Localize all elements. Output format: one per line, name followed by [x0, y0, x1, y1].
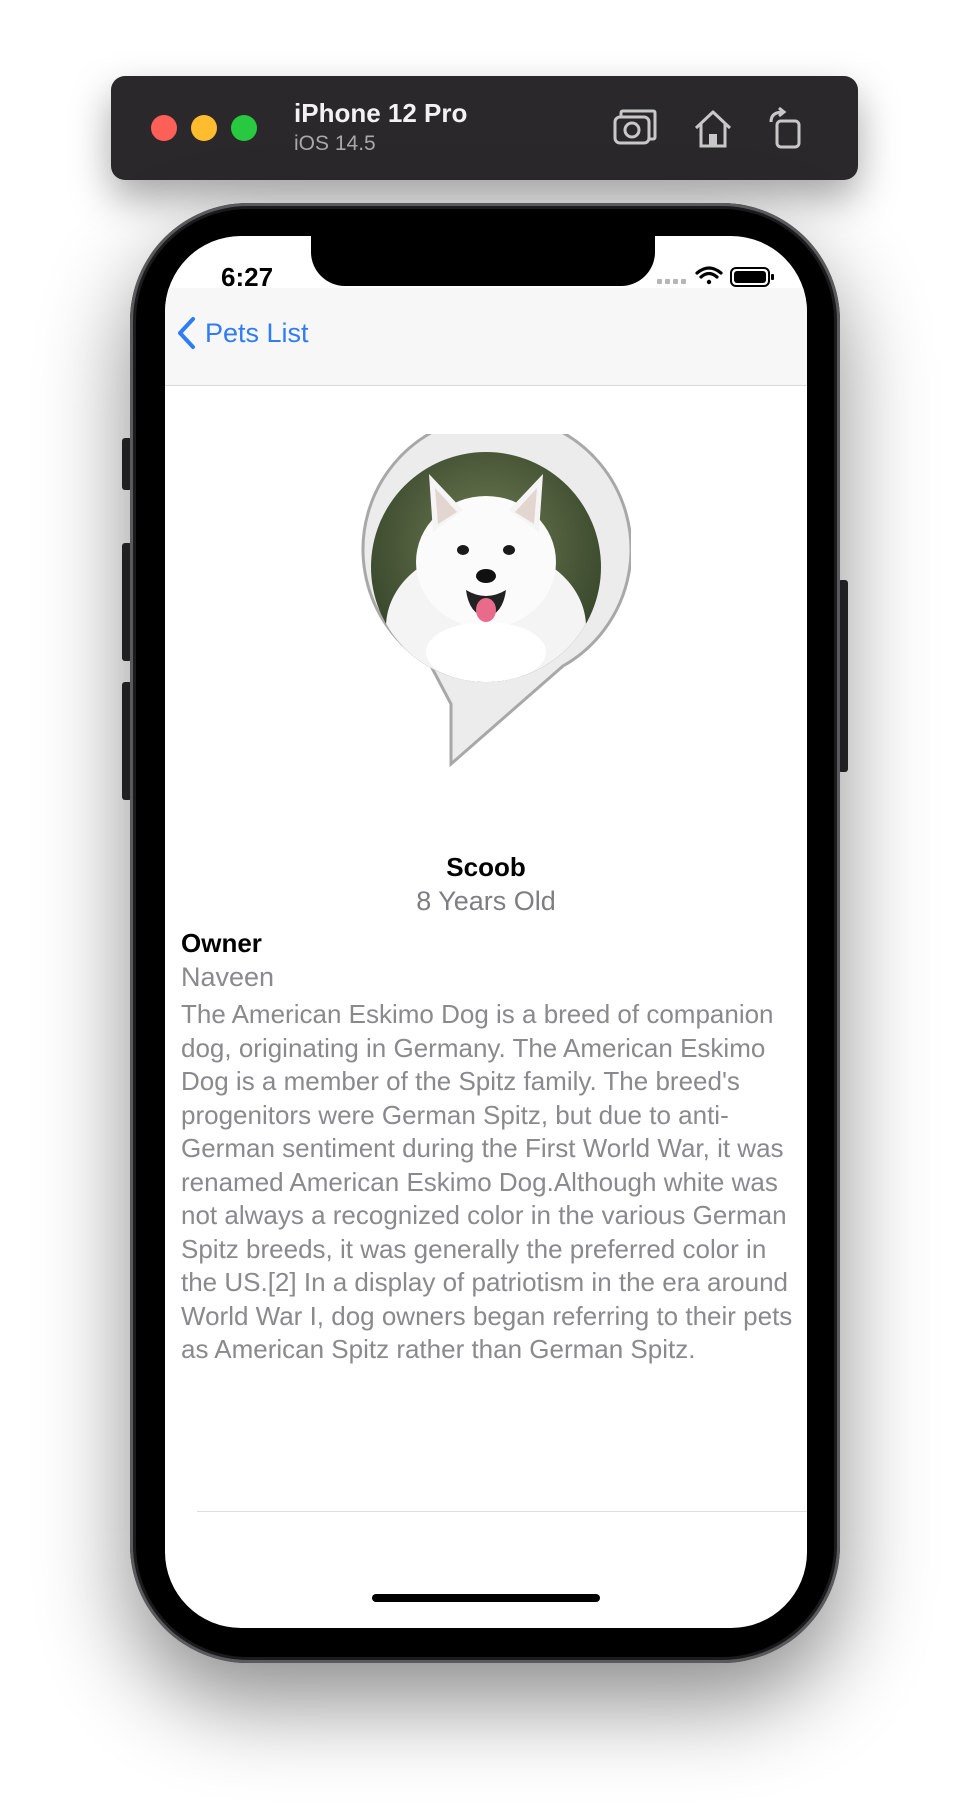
screenshot-icon[interactable] — [612, 106, 658, 152]
minimize-window-button[interactable] — [191, 115, 217, 141]
pet-description: The American Eskimo Dog is a breed of co… — [181, 999, 793, 1364]
zoom-window-button[interactable] — [231, 115, 257, 141]
dog-photo-illustration — [371, 452, 601, 682]
pet-avatar — [351, 434, 631, 774]
rotate-icon[interactable] — [763, 106, 809, 152]
close-window-button[interactable] — [151, 115, 177, 141]
device-name: iPhone 12 Pro — [294, 98, 468, 128]
home-indicator[interactable] — [372, 1594, 600, 1602]
bottom-separator — [197, 1511, 807, 1512]
chevron-left-icon — [178, 317, 195, 349]
device-notch — [311, 236, 655, 286]
cellular-signal-icon — [657, 279, 686, 284]
os-version: iOS 14.5 — [294, 132, 376, 155]
back-button[interactable]: Pets List — [175, 310, 309, 356]
owner-label: Owner — [181, 928, 262, 958]
simulator-toolbar: iPhone 12 Pro iOS 14.5 — [111, 76, 858, 180]
status-indicators — [657, 264, 777, 288]
battery-icon — [730, 267, 774, 287]
owner-name: Naveen — [181, 962, 275, 992]
navigation-bar: Pets List — [165, 288, 807, 386]
pet-age: 8 Years Old — [416, 886, 556, 916]
pet-name: Scoob — [446, 852, 526, 882]
home-icon[interactable] — [690, 106, 736, 152]
wifi-icon — [695, 266, 723, 285]
pet-photo — [371, 452, 601, 682]
back-button-label: Pets List — [205, 317, 309, 348]
device-screen: 6:27 Pets List Scoob 8 Years Old Owner N… — [165, 236, 807, 1628]
